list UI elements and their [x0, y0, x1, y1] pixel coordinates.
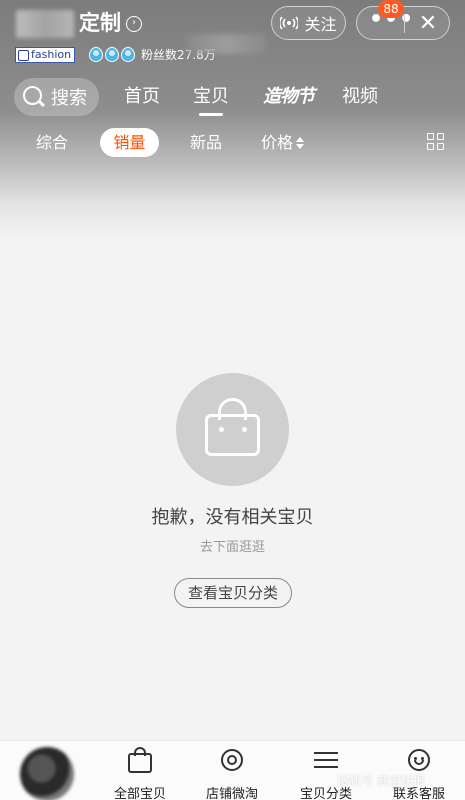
search-button[interactable]: 搜索 — [14, 78, 99, 116]
shop-rank-icons — [89, 47, 135, 62]
notification-badge: 88 — [378, 0, 404, 18]
empty-state-title: 抱歉，没有相关宝贝 — [151, 507, 314, 528]
shop-info-arrow-icon[interactable]: › — [126, 16, 142, 32]
empty-state-illustration — [176, 373, 289, 486]
crown-icon — [121, 47, 135, 62]
sort-sales[interactable]: 销量 — [100, 128, 159, 157]
sort-price[interactable]: 价格 — [261, 132, 305, 154]
crown-icon — [89, 47, 103, 62]
tab-festival[interactable]: 造物节 — [263, 84, 315, 110]
broadcast-icon — [280, 16, 299, 30]
close-icon[interactable]: ✕ — [413, 11, 443, 37]
sort-new[interactable]: 新品 — [190, 132, 222, 154]
bag-dot — [219, 427, 224, 432]
sort-price-label: 价格 — [261, 133, 294, 152]
search-label: 搜索 — [51, 88, 87, 109]
shop-name[interactable]: 定制 — [79, 9, 121, 37]
bag-icon-body — [128, 753, 152, 773]
sort-arrows-icon — [296, 136, 305, 149]
tab-video[interactable]: 视频 — [342, 84, 378, 110]
shopping-bag-body — [205, 414, 260, 456]
broadcast-icon-inner — [227, 755, 237, 765]
tab-all-items-label: 全部宝贝 — [113, 787, 166, 800]
sort-overall[interactable]: 综合 — [36, 132, 68, 154]
blurred-region — [185, 34, 265, 54]
empty-state-subtitle: 去下面逛逛 — [199, 540, 265, 555]
sort-bar: 综合 销量 新品 价格 — [0, 126, 465, 160]
shop-avatar[interactable] — [20, 747, 74, 800]
tab-items[interactable]: 宝贝 — [193, 84, 229, 116]
fashion-tag: fashion — [15, 47, 76, 63]
heart-icon — [18, 49, 29, 61]
search-icon — [23, 86, 45, 108]
list-icon — [314, 751, 338, 769]
tab-home[interactable]: 首页 — [124, 84, 160, 110]
view-categories-button[interactable]: 查看宝贝分类 — [174, 578, 292, 608]
fashion-tag-label: fashion — [31, 48, 72, 61]
grid-view-icon[interactable] — [427, 133, 445, 151]
follow-button[interactable]: 关注 — [271, 6, 346, 40]
shop-logo-blurred — [16, 10, 74, 38]
capsule-divider — [404, 15, 405, 33]
follow-label: 关注 — [304, 15, 337, 34]
shop-nav: 搜索 首页 宝贝 造物节 视频 — [0, 76, 465, 120]
watermark: 搜狐号 商宝快报 — [337, 774, 425, 788]
crown-icon — [105, 47, 119, 62]
bottom-tab-bar: 全部宝贝 店铺微淘 宝贝分类 联系客服 — [0, 740, 465, 800]
tab-shop-feed-label: 店铺微淘 — [205, 787, 258, 800]
bag-dot — [242, 427, 247, 432]
